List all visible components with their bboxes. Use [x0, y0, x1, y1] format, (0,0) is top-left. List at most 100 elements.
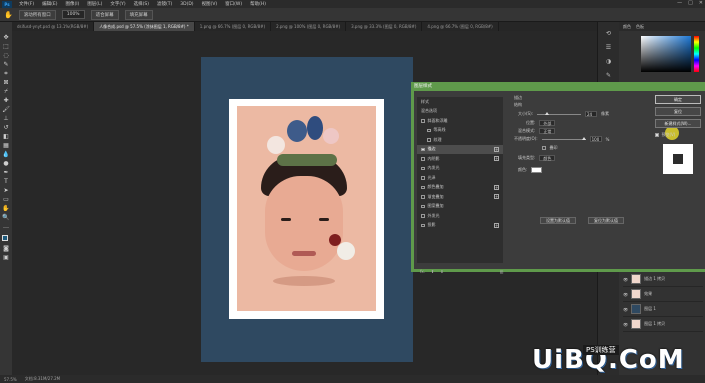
- add-icon[interactable]: +: [494, 222, 499, 228]
- fit-screen-button[interactable]: 适合屏幕: [90, 9, 119, 20]
- quick-mask-icon[interactable]: ◙: [2, 245, 11, 252]
- add-icon[interactable]: +: [494, 146, 499, 152]
- blend-mode-select[interactable]: 正常: [539, 128, 556, 134]
- stroke-color-chip[interactable]: [531, 167, 543, 173]
- menu-view[interactable]: 视图(V): [198, 1, 222, 7]
- fill-screen-button[interactable]: 填充屏幕: [124, 9, 153, 20]
- opacity-slider-knob[interactable]: [581, 136, 586, 140]
- brush-settings-icon[interactable]: ✎: [606, 72, 611, 79]
- more-tools-icon[interactable]: …: [2, 223, 11, 230]
- quick-select-tool-icon[interactable]: ✎: [2, 61, 11, 68]
- style-item-inner-glow[interactable]: 内发光: [417, 164, 503, 174]
- move-down-icon[interactable]: ⬇: [440, 269, 443, 274]
- style-item-texture[interactable]: 纹理: [417, 135, 503, 145]
- eye-icon[interactable]: 👁: [623, 307, 628, 312]
- eye-icon[interactable]: 👁: [623, 277, 628, 282]
- checkbox[interactable]: [421, 204, 425, 208]
- style-item-gradient-overlay[interactable]: 渐变叠加 +: [417, 192, 503, 202]
- history-icon[interactable]: ⟲: [606, 30, 611, 37]
- checkbox[interactable]: [421, 119, 425, 123]
- size-slider[interactable]: [537, 111, 582, 115]
- tab-document-1[interactable]: dsifusd-ynyt.psd @ 13.1%(RGB/8#): [12, 22, 95, 31]
- layer-row[interactable]: 👁 效果: [623, 287, 703, 302]
- eraser-tool-icon[interactable]: ◧: [2, 133, 11, 140]
- checkbox[interactable]: [421, 214, 425, 218]
- hand-tool-icon[interactable]: ✋: [2, 205, 11, 212]
- marquee-tool-icon[interactable]: ⬚: [2, 43, 11, 50]
- crop-tool-icon[interactable]: ⌗: [2, 70, 11, 77]
- type-tool-icon[interactable]: T: [2, 178, 11, 185]
- tab-color[interactable]: 颜色: [623, 24, 631, 30]
- tab-document-4[interactable]: 2.png @ 100% (图层 0, RGB/8#): [271, 22, 347, 31]
- add-icon[interactable]: +: [494, 156, 499, 162]
- layer-row[interactable]: 👁 图层 1: [623, 302, 703, 317]
- opacity-slider[interactable]: [541, 136, 586, 140]
- style-item-styles[interactable]: 样式: [417, 97, 503, 107]
- eye-icon[interactable]: 👁: [623, 322, 628, 327]
- preview-checkbox[interactable]: [655, 133, 659, 137]
- menu-help[interactable]: 帮助(H): [246, 1, 270, 7]
- menu-image[interactable]: 图像(I): [61, 1, 83, 7]
- history-brush-icon[interactable]: ↺: [2, 124, 11, 131]
- menu-file[interactable]: 文件(F): [15, 1, 38, 7]
- checkbox[interactable]: [427, 138, 431, 142]
- move-tool-icon[interactable]: ✥: [2, 34, 11, 41]
- scroll-all-windows-button[interactable]: 滚动所有窗口: [18, 9, 56, 20]
- move-up-icon[interactable]: ⬆: [431, 269, 434, 274]
- brush-tool-icon[interactable]: 🖌: [2, 106, 11, 113]
- style-item-pattern-overlay[interactable]: 图案叠加: [417, 202, 503, 212]
- eye-icon[interactable]: 👁: [623, 292, 628, 297]
- path-select-icon[interactable]: ➤: [2, 187, 11, 194]
- size-input[interactable]: 24: [585, 111, 598, 117]
- checkbox[interactable]: [421, 195, 425, 199]
- menu-edit[interactable]: 编辑(E): [38, 1, 61, 7]
- checkbox[interactable]: [421, 223, 425, 227]
- menu-3d[interactable]: 3D(D): [176, 2, 197, 7]
- style-item-satin[interactable]: 光泽: [417, 173, 503, 183]
- tab-document-2[interactable]: 人像合成.psd @ 57.5% (涂抹图层 1, RGB/8#) *: [94, 22, 195, 31]
- new-style-button[interactable]: 新建样式(W)...: [655, 119, 701, 128]
- style-item-bevel[interactable]: 斜面和浮雕: [417, 116, 503, 126]
- eyedropper-tool-icon[interactable]: ⌿: [2, 88, 11, 95]
- checkbox[interactable]: [421, 166, 425, 170]
- trash-icon[interactable]: ▥: [500, 269, 504, 274]
- color-swatches[interactable]: [2, 235, 10, 243]
- healing-brush-icon[interactable]: ✚: [2, 97, 11, 104]
- size-slider-knob[interactable]: [545, 111, 550, 115]
- foreground-color[interactable]: [2, 235, 8, 241]
- style-item-contour[interactable]: 等高线: [417, 126, 503, 136]
- maximize-icon[interactable]: □: [688, 0, 693, 6]
- style-item-color-overlay[interactable]: 颜色叠加 +: [417, 183, 503, 193]
- position-select[interactable]: 外部: [539, 120, 556, 126]
- screen-mode-icon[interactable]: ▣: [2, 254, 11, 261]
- tab-document-5[interactable]: 3.png @ 33.3% (图层 0, RGB/8#): [346, 22, 423, 31]
- blur-tool-icon[interactable]: 💧: [2, 151, 11, 158]
- menu-select[interactable]: 选择(S): [130, 1, 153, 7]
- style-item-outer-glow[interactable]: 外发光: [417, 211, 503, 221]
- layer-row[interactable]: 👁 图层 1 拷贝: [623, 317, 703, 332]
- checkbox[interactable]: [421, 185, 425, 189]
- tab-document-6[interactable]: 4.png @ 66.7% (图层 0, RGB/8#): [422, 22, 499, 31]
- shape-tool-icon[interactable]: ▭: [2, 196, 11, 203]
- tab-swatches[interactable]: 色板: [636, 24, 644, 30]
- checkbox[interactable]: [427, 128, 431, 132]
- minimize-icon[interactable]: —: [677, 0, 682, 6]
- lasso-tool-icon[interactable]: ◌: [2, 52, 11, 59]
- reset-button[interactable]: 复位: [655, 107, 701, 116]
- menu-filter[interactable]: 滤镜(T): [153, 1, 176, 7]
- style-item-blending-options[interactable]: 混合选项: [417, 107, 503, 117]
- close-icon[interactable]: ✕: [699, 0, 703, 6]
- color-picker-square[interactable]: [641, 36, 691, 72]
- style-item-stroke[interactable]: 描边 +: [417, 144, 503, 154]
- reset-default-button[interactable]: 复位为默认值: [588, 217, 624, 224]
- menu-type[interactable]: 文字(Y): [106, 1, 129, 7]
- zoom-tool-icon[interactable]: 🔍: [2, 214, 11, 221]
- make-default-button[interactable]: 设置为默认值: [540, 217, 576, 224]
- hue-slider[interactable]: [694, 36, 699, 72]
- menu-layer[interactable]: 图层(L): [83, 1, 106, 7]
- checkbox[interactable]: [421, 157, 425, 161]
- fill-type-select[interactable]: 颜色: [539, 155, 556, 161]
- add-icon[interactable]: +: [494, 194, 499, 200]
- style-item-drop-shadow[interactable]: 投影 +: [417, 221, 503, 231]
- zoom-field[interactable]: 100%: [61, 10, 85, 19]
